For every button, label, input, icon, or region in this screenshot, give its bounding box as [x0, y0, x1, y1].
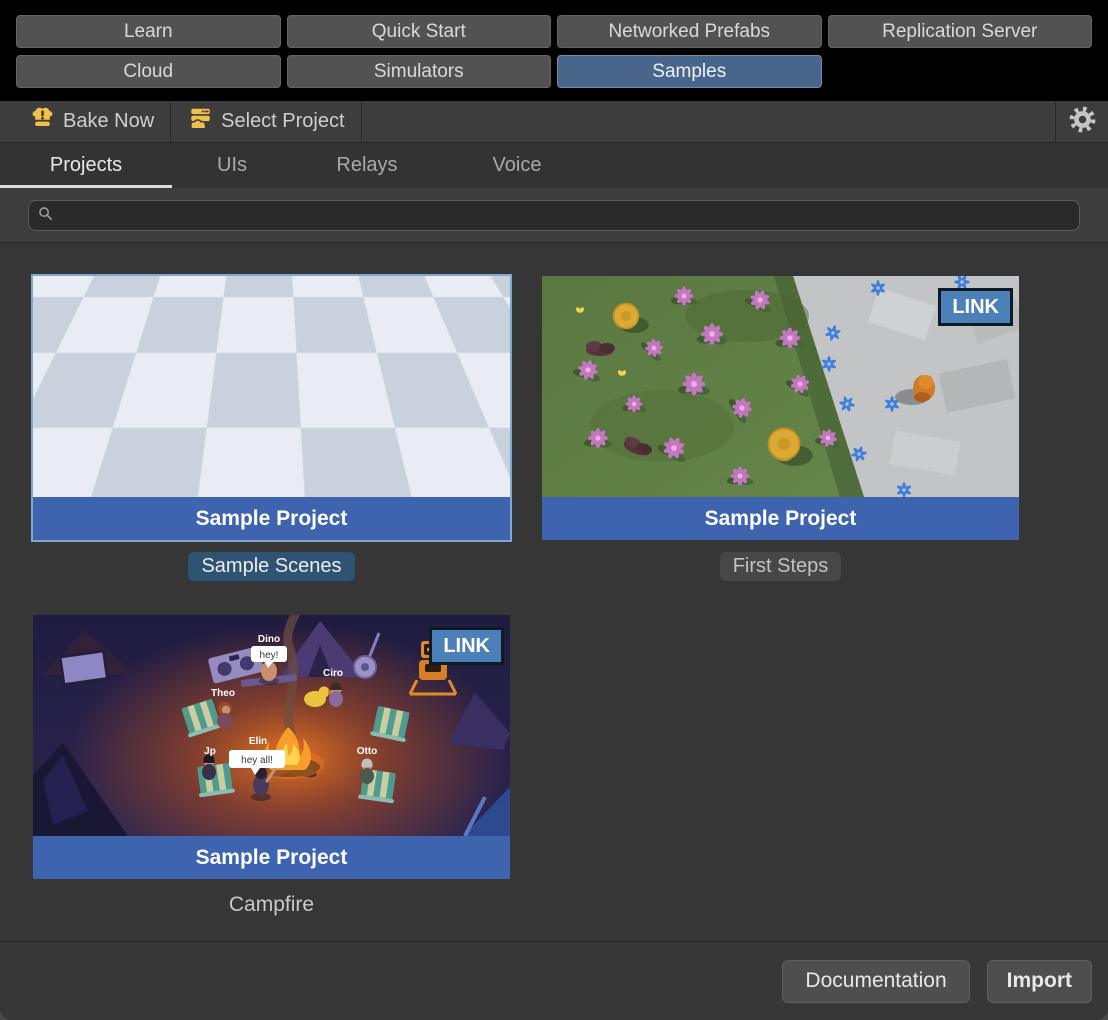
tab-projects[interactable]: Projects: [0, 143, 172, 188]
sample-cell-first-steps: LINK Sample Project First Steps: [542, 276, 1019, 583]
project-card-campfire[interactable]: Dino Theo Ciro Elin Jp Otto hey!: [33, 615, 510, 879]
nav-button-replication-server[interactable]: Replication Server: [828, 15, 1093, 48]
player-name: Ciro: [323, 668, 343, 679]
bake-now-button[interactable]: Bake Now: [0, 101, 171, 142]
project-card-sample-scenes[interactable]: Sample Project: [33, 276, 510, 540]
top-nav-grid: Learn Quick Start Networked Prefabs Repl…: [16, 15, 1092, 88]
chef-hat-alert-icon: [30, 106, 55, 137]
card-title-banner: Sample Project: [542, 497, 1019, 540]
import-button[interactable]: Import: [987, 960, 1092, 1003]
scene-tag-sample-scenes[interactable]: Sample Scenes: [188, 552, 354, 581]
select-project-label: Select Project: [221, 110, 344, 133]
scene-tag-first-steps[interactable]: First Steps: [720, 552, 842, 581]
footer-bar: Documentation Import: [0, 941, 1108, 1020]
gear-icon: [1069, 106, 1096, 138]
tag-row: Campfire: [33, 888, 510, 922]
samples-window: Learn Quick Start Networked Prefabs Repl…: [0, 0, 1108, 1020]
nav-button-networked-prefabs[interactable]: Networked Prefabs: [557, 15, 822, 48]
settings-button[interactable]: [1055, 101, 1108, 142]
player-name: Theo: [211, 688, 235, 699]
nav-button-samples[interactable]: Samples: [557, 55, 822, 88]
select-project-button[interactable]: Select Project: [171, 101, 361, 142]
magnifier-icon: [38, 206, 53, 226]
link-badge[interactable]: LINK: [429, 627, 504, 665]
card-title-banner: Sample Project: [33, 497, 510, 540]
sample-cell-sample-scenes: Sample Project Sample Scenes: [33, 276, 510, 583]
server-cloud-icon: [187, 106, 213, 138]
svg-text:hey all!: hey all!: [241, 755, 273, 766]
tab-bar: Projects UIs Relays Voice: [0, 143, 1108, 188]
tab-voice[interactable]: Voice: [442, 143, 592, 188]
link-badge[interactable]: LINK: [938, 288, 1013, 326]
documentation-button[interactable]: Documentation: [782, 960, 969, 1003]
sample-cell-campfire: Dino Theo Ciro Elin Jp Otto hey!: [33, 615, 510, 922]
nav-button-simulators[interactable]: Simulators: [287, 55, 552, 88]
bake-now-label: Bake Now: [63, 110, 154, 133]
search-box[interactable]: [28, 200, 1080, 231]
player-name: Otto: [357, 746, 378, 757]
sandbox-scene: [33, 276, 510, 497]
sandbox-thumbnail: [33, 276, 510, 497]
tag-row: First Steps: [542, 549, 1019, 583]
svg-text:hey!: hey!: [260, 650, 279, 661]
player-name: Dino: [258, 634, 280, 645]
tab-uis[interactable]: UIs: [172, 143, 292, 188]
tag-row: Sample Scenes: [33, 549, 510, 583]
tab-relays[interactable]: Relays: [292, 143, 442, 188]
nav-button-learn[interactable]: Learn: [16, 15, 281, 48]
scene-label-campfire: Campfire: [216, 890, 327, 920]
samples-content: Sample Project Sample Scenes: [0, 243, 1108, 941]
card-title-banner: Sample Project: [33, 836, 510, 879]
player-name: Elin: [249, 736, 267, 747]
toolbar: Bake Now Select Project: [0, 101, 1108, 143]
search-row: [0, 188, 1108, 243]
nav-button-quick-start[interactable]: Quick Start: [287, 15, 552, 48]
top-nav: Learn Quick Start Networked Prefabs Repl…: [0, 0, 1108, 101]
player-name: Jp: [204, 746, 216, 757]
search-input[interactable]: [60, 206, 1070, 226]
project-card-first-steps[interactable]: LINK Sample Project: [542, 276, 1019, 540]
nav-button-cloud[interactable]: Cloud: [16, 55, 281, 88]
samples-grid: Sample Project Sample Scenes: [33, 276, 1108, 941]
toolbar-spacer: [362, 101, 1055, 142]
